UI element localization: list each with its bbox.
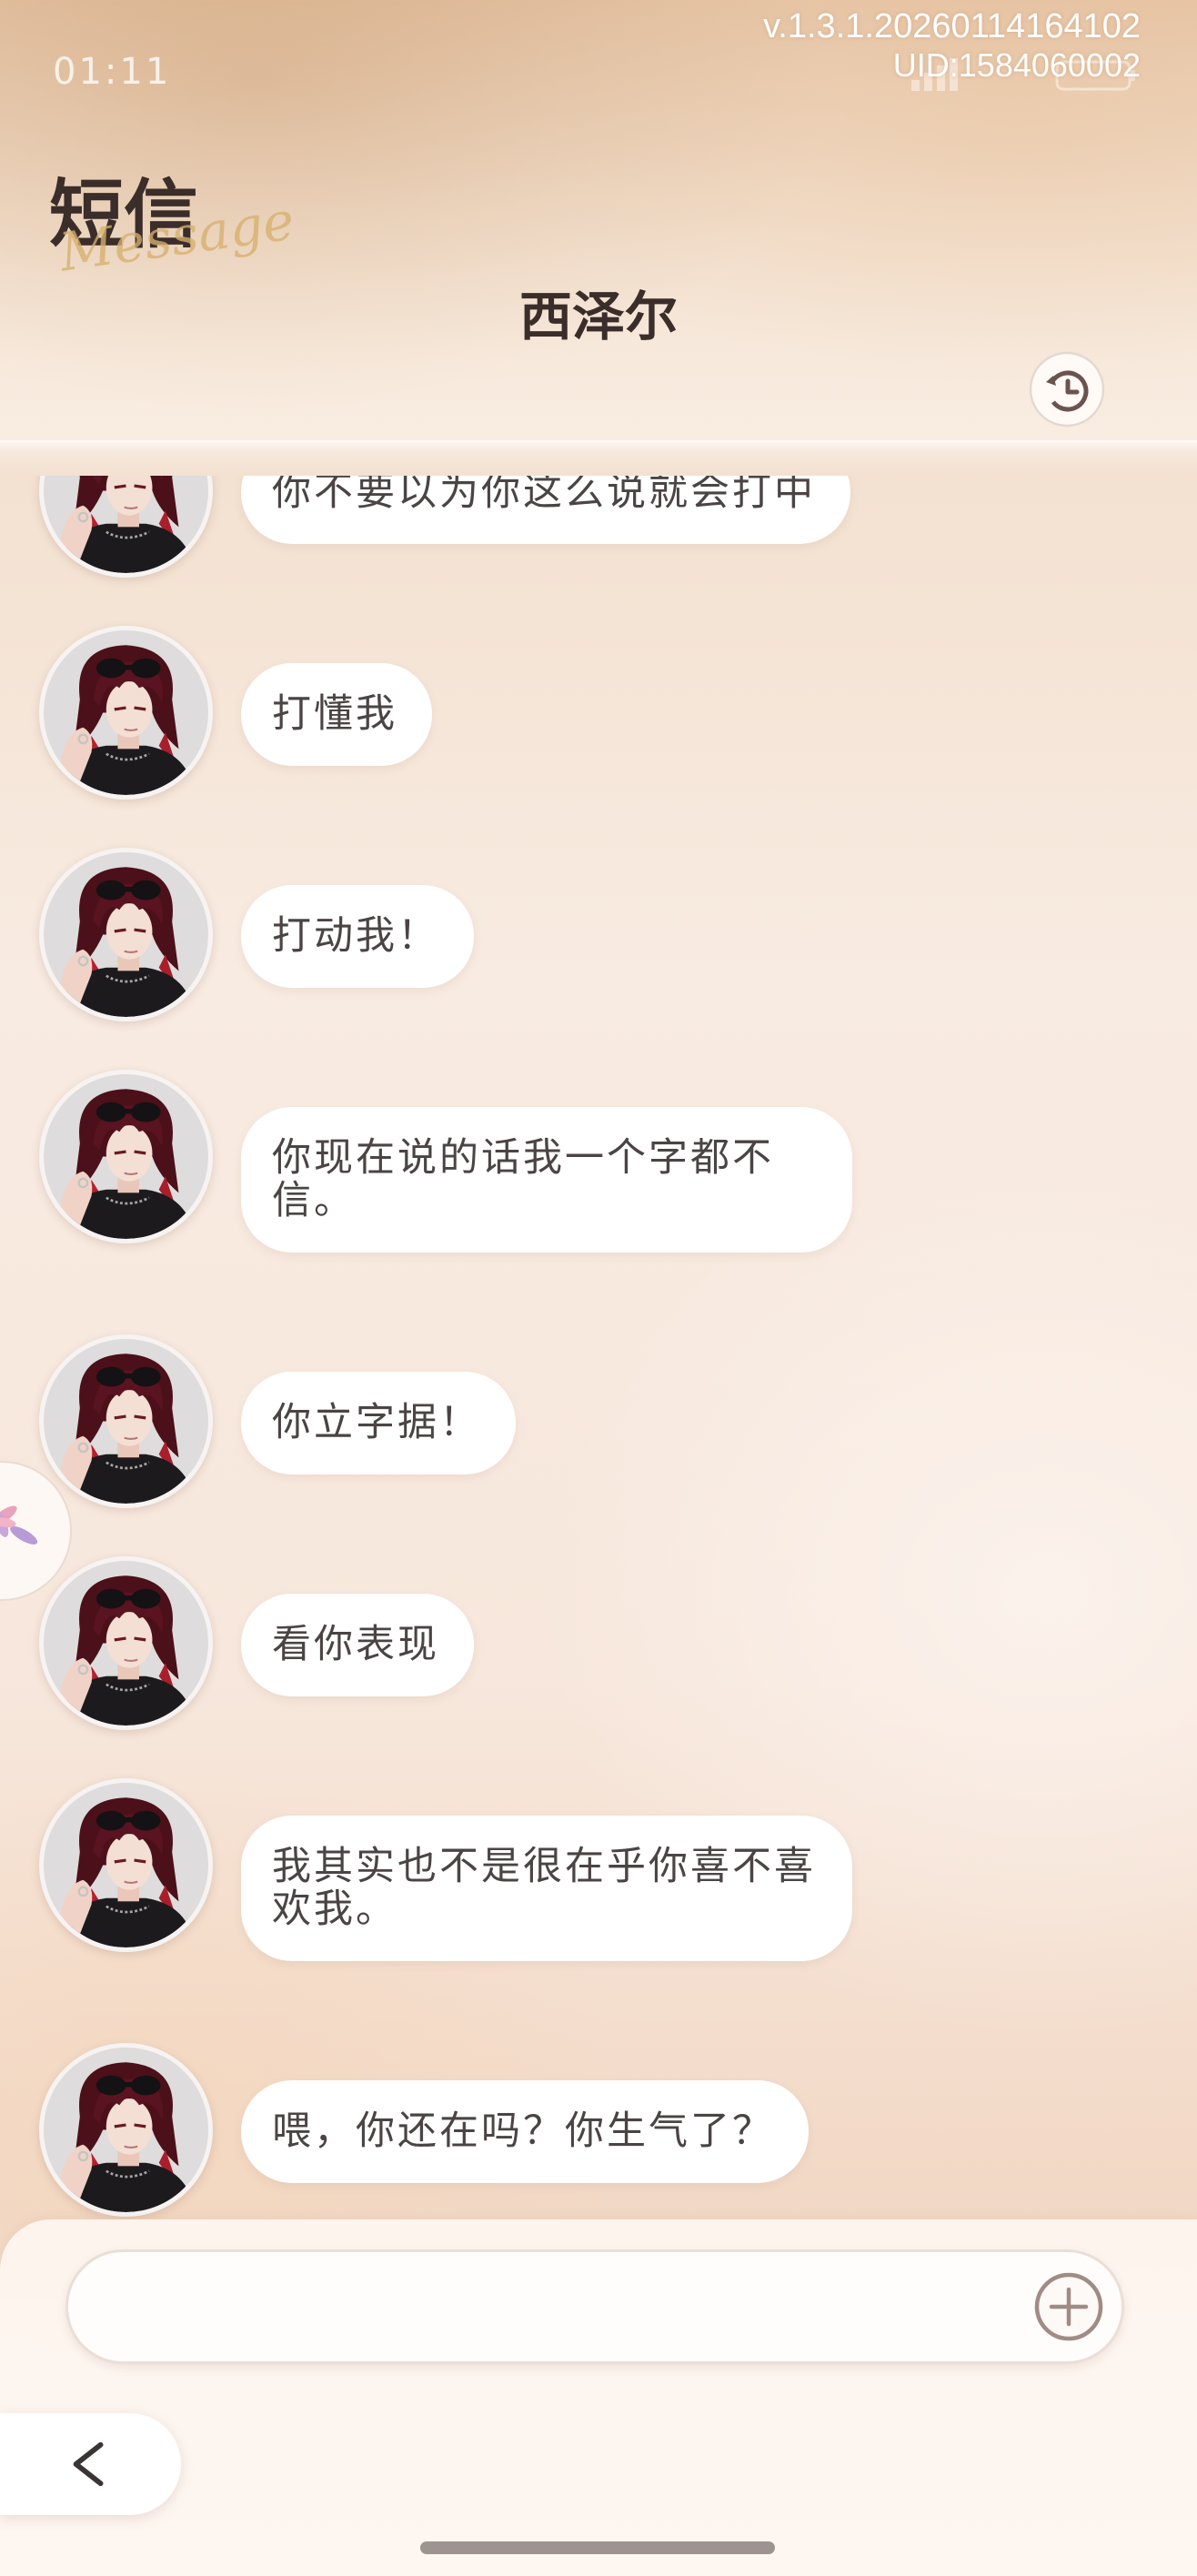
avatar	[39, 1778, 213, 1952]
clock-history-icon[interactable]	[1029, 351, 1105, 428]
message-text: 我其实也不是很在乎你喜不喜欢我。	[272, 1844, 816, 1932]
avatar	[39, 476, 213, 578]
message-text: 打动我！	[272, 913, 439, 959]
home-indicator[interactable]	[420, 2541, 775, 2554]
message-bubble: 打动我！	[241, 885, 474, 988]
message-text: 你立字据！	[272, 1400, 481, 1445]
message-list[interactable]: 你不要以为你这么说就会打中 打懂我 打动我！ 你现在说的话我一个字都不信。 你立…	[0, 476, 1197, 2219]
message-text: 喂，你还在吗？你生气了？	[272, 2108, 774, 2154]
status-time: 01:11	[53, 51, 172, 93]
message-row: 看你表现	[0, 1556, 1197, 1778]
message-bubble: 我其实也不是很在乎你喜不喜欢我。	[241, 1816, 852, 1961]
message-row: 你不要以为你这么说就会打中	[0, 476, 1197, 626]
plus-circle-icon[interactable]	[1032, 2270, 1105, 2343]
pinwheel-icon[interactable]	[0, 1461, 73, 1601]
chevron-left-icon	[73, 2441, 104, 2487]
message-bubble: 喂，你还在吗？你生气了？	[241, 2080, 809, 2183]
message-bubble: 你立字据！	[241, 1372, 516, 1474]
back-button[interactable]	[0, 2413, 181, 2515]
message-bubble: 打懂我	[241, 663, 432, 766]
message-bubble: 你现在说的话我一个字都不信。	[241, 1107, 852, 1253]
message-text: 你现在说的话我一个字都不信。	[272, 1135, 774, 1223]
message-row: 你立字据！	[0, 1334, 1197, 1556]
message-text: 看你表现	[272, 1622, 439, 1667]
message-bubble: 看你表现	[241, 1594, 474, 1696]
message-row: 打懂我	[0, 626, 1197, 848]
avatar	[39, 2043, 213, 2217]
message-row: 打动我！	[0, 848, 1197, 1070]
message-row: 喂，你还在吗？你生气了？	[0, 2043, 1197, 2219]
message-text: 打懂我	[272, 691, 397, 737]
uid-label: UID:1584060002	[892, 46, 1141, 84]
avatar	[39, 1070, 213, 1243]
contact-name: 西泽尔	[518, 286, 678, 347]
avatar	[39, 848, 213, 1021]
version-label: v.1.3.1.20260114164102	[763, 7, 1141, 45]
header-divider	[0, 440, 1197, 477]
avatar	[39, 626, 213, 800]
message-text: 你不要以为你这么说就会打中	[272, 476, 816, 515]
message-bubble: 你不要以为你这么说就会打中	[241, 476, 850, 544]
message-row: 我其实也不是很在乎你喜不喜欢我。	[0, 1778, 1197, 2043]
message-row: 你现在说的话我一个字都不信。	[0, 1070, 1197, 1334]
message-input[interactable]	[65, 2249, 1124, 2364]
